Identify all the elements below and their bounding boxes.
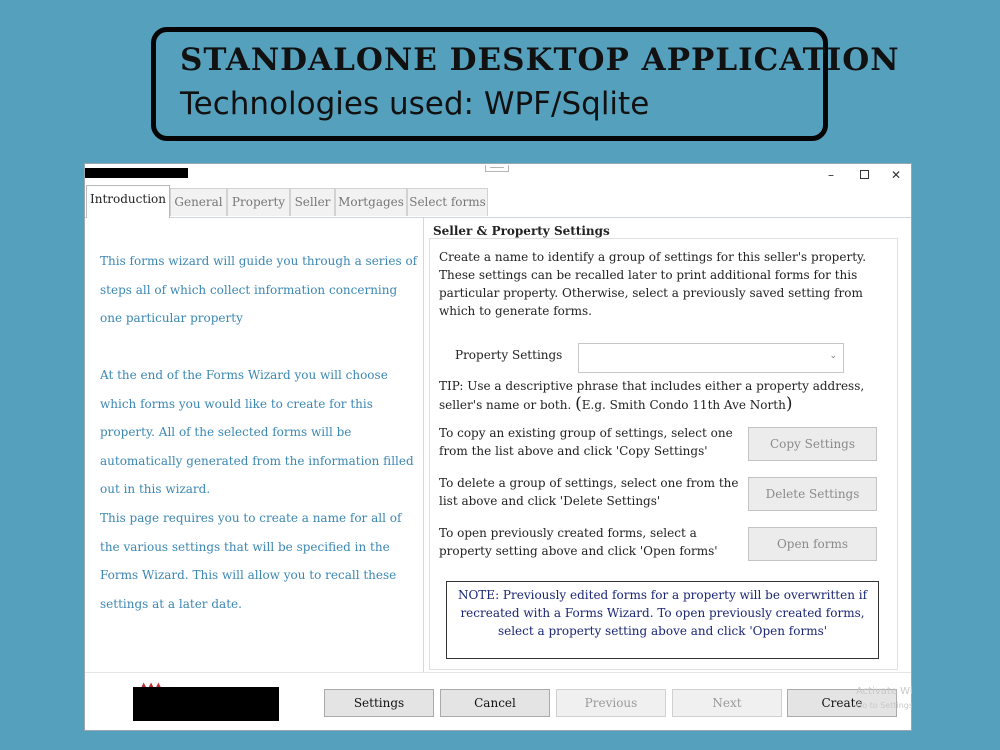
copy-instructions: To copy an existing group of settings, s…	[439, 426, 733, 458]
tab-select-forms[interactable]: Select forms	[407, 188, 488, 216]
close-button[interactable]: ✕	[881, 166, 911, 184]
minimize-button[interactable]: –	[816, 166, 846, 184]
chevron-down-icon: ⌄	[829, 351, 837, 361]
property-settings-label: Property Settings	[455, 348, 563, 362]
delete-instructions: To delete a group of settings, select on…	[439, 476, 739, 508]
banner-subtitle: Technologies used: WPF/Sqlite	[180, 86, 650, 122]
maximize-button[interactable]	[849, 166, 879, 184]
settings-panel: Create a name to identify a group of set…	[429, 238, 898, 670]
redacted-logo	[133, 687, 279, 721]
drag-grip-icon[interactable]	[485, 165, 509, 172]
settings-description: Create a name to identify a group of set…	[439, 250, 867, 318]
redacted-window-title	[85, 168, 188, 178]
intro-paragraph-2: At the end of the Forms Wizard you will …	[100, 368, 414, 496]
copy-settings-button[interactable]: Copy Settings	[748, 427, 877, 461]
open-paren: (	[575, 394, 582, 414]
watermark-line-1: Activate Wi	[856, 686, 912, 697]
banner-title: Standalone Desktop Application	[180, 42, 900, 78]
intro-panel: This forms wizard will guide you through…	[85, 217, 424, 672]
open-instructions: To open previously created forms, select…	[439, 526, 718, 558]
maximize-icon	[859, 170, 869, 179]
tab-property[interactable]: Property	[227, 188, 290, 216]
tab-seller[interactable]: Seller	[290, 188, 335, 216]
footer-divider	[85, 672, 911, 673]
open-forms-button[interactable]: Open forms	[748, 527, 877, 561]
activation-watermark: Activate Wi Go to Settings t	[856, 685, 912, 713]
delete-settings-button[interactable]: Delete Settings	[748, 477, 877, 511]
tab-general[interactable]: General	[170, 188, 227, 216]
title-banner: Standalone Desktop Application Technolog…	[151, 27, 899, 141]
wizard-tabs: Introduction General Property Seller Mor…	[85, 185, 911, 218]
close-paren: )	[785, 394, 793, 414]
intro-paragraph-3: This page requires you to create a name …	[100, 511, 402, 611]
watermark-line-2: Go to Settings t	[856, 701, 912, 710]
settings-button[interactable]: Settings	[324, 689, 434, 717]
tab-mortgages[interactable]: Mortgages	[335, 188, 407, 216]
tip-text: TIP: Use a descriptive phrase that inclu…	[439, 377, 884, 414]
intro-paragraph-1: This forms wizard will guide you through…	[100, 254, 418, 325]
cancel-button[interactable]: Cancel	[440, 689, 550, 717]
next-button[interactable]: Next	[672, 689, 782, 717]
previous-button[interactable]: Previous	[556, 689, 666, 717]
property-settings-dropdown[interactable]: ⌄	[578, 343, 844, 373]
overwrite-note: NOTE: Previously edited forms for a prop…	[446, 581, 879, 659]
tip-example: E.g. Smith Condo 11th Ave North	[581, 398, 786, 412]
settings-heading: Seller & Property Settings	[433, 224, 610, 238]
tab-introduction[interactable]: Introduction	[86, 185, 170, 218]
app-window: – ✕ Introduction General Property Seller…	[84, 163, 912, 731]
